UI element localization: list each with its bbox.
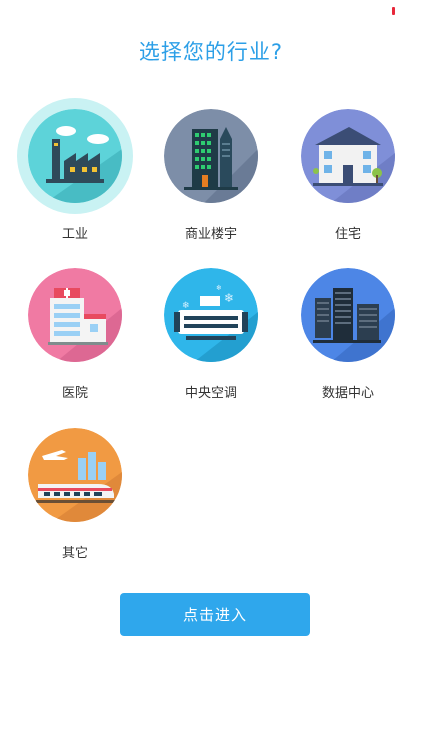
industry-label: 住宅 bbox=[334, 227, 361, 242]
office-building-icon bbox=[164, 109, 258, 203]
house-icon bbox=[301, 109, 395, 203]
industry-option-central-ac[interactable]: ❄ ❄ ❄ 中央空调 bbox=[156, 268, 266, 418]
industry-label: 数据中心 bbox=[321, 386, 374, 401]
industry-label: 工业 bbox=[61, 227, 88, 242]
factory-icon bbox=[28, 109, 122, 203]
air-conditioner-icon: ❄ ❄ ❄ bbox=[164, 268, 258, 362]
svg-text:❄: ❄ bbox=[216, 284, 222, 292]
industry-option-hospital[interactable]: 医院 bbox=[20, 268, 130, 418]
industry-label: 其它 bbox=[61, 546, 88, 561]
enter-button[interactable]: 点击进入 bbox=[120, 593, 310, 636]
status-indicator bbox=[392, 7, 395, 15]
industry-label: 中央空调 bbox=[184, 386, 237, 401]
svg-text:❄: ❄ bbox=[182, 301, 190, 311]
svg-text:❄: ❄ bbox=[224, 291, 234, 305]
server-rack-icon bbox=[301, 268, 395, 362]
page-title: 选择您的行业? bbox=[138, 40, 284, 64]
industry-option-commercial[interactable]: 商业楼宇 bbox=[156, 109, 266, 259]
industry-option-data-center[interactable]: 数据中心 bbox=[293, 268, 403, 418]
industry-option-other[interactable]: 其它 bbox=[20, 428, 130, 578]
train-plane-icon bbox=[28, 428, 122, 522]
industry-label: 商业楼宇 bbox=[184, 227, 237, 242]
industry-label: 医院 bbox=[61, 386, 88, 401]
industry-option-industrial[interactable]: 工业 bbox=[17, 98, 133, 259]
industry-option-residential[interactable]: 住宅 bbox=[293, 109, 403, 259]
hospital-icon bbox=[28, 268, 122, 362]
